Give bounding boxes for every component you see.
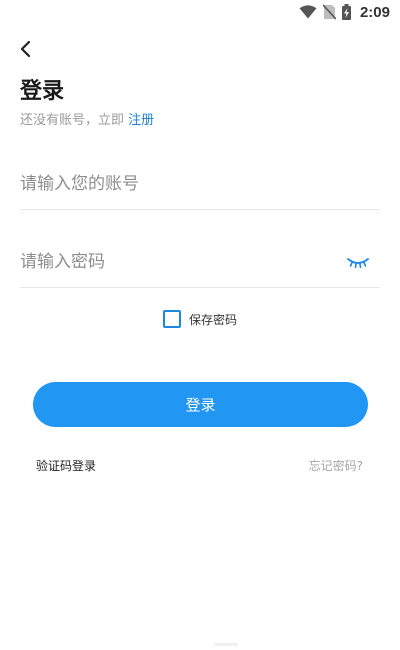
remember-password-row: 保存密码 [0,310,400,328]
remember-password-checkbox[interactable] [162,310,181,328]
password-field-container [20,238,380,288]
back-button[interactable] [12,38,38,64]
battery-charging-icon [341,4,351,20]
status-icons: 2:09 [299,3,390,21]
register-prompt: 还没有账号，立即 注册 [20,112,154,130]
account-field-container [20,160,380,210]
home-indicator [214,643,238,646]
password-input[interactable] [20,238,340,286]
chevron-left-icon [19,40,31,62]
forgot-password-link[interactable]: 忘记密码? [309,457,363,474]
account-input[interactable] [20,160,380,208]
page-title: 登录 [20,79,65,104]
eye-closed-icon[interactable] [346,252,370,272]
status-time: 2:09 [359,3,390,21]
wifi-icon [299,5,317,19]
register-link[interactable]: 注册 [128,113,154,128]
remember-password-label[interactable]: 保存密码 [189,311,237,328]
no-sim-icon [322,4,336,20]
sms-login-link[interactable]: 验证码登录 [36,457,96,474]
status-bar: 2:09 [0,0,400,26]
login-button[interactable]: 登录 [33,382,368,427]
register-prompt-text: 还没有账号，立即 [20,113,125,128]
